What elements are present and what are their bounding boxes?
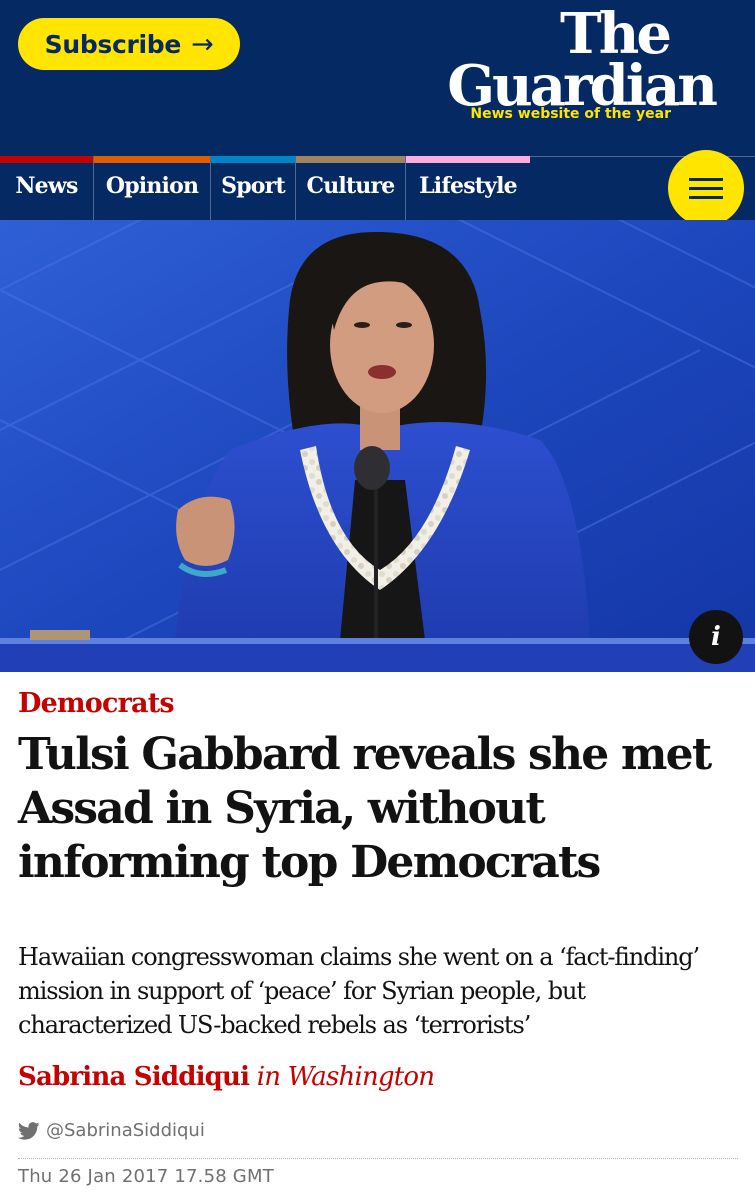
info-button[interactable]: i: [689, 610, 743, 664]
nav-item-news-bar: [0, 156, 93, 163]
article-standfirst: Hawaiian congresswoman claims she went o…: [18, 943, 700, 1039]
masthead: Subscribe → The Guardian News website of…: [0, 0, 755, 156]
nav-item-news[interactable]: News: [0, 156, 94, 220]
article-dateline: Thu 26 Jan 2017 17.58 GMT: [18, 1166, 274, 1187]
nav-item-opinion-bar: [94, 156, 210, 163]
hero-photo-illustration: [0, 220, 755, 672]
byline-author[interactable]: Sabrina Siddiqui: [18, 1062, 250, 1092]
byline: Sabrina Siddiqui in Washington: [18, 1062, 435, 1092]
hamburger-menu-icon-line-3: [689, 195, 723, 199]
nav-item-lifestyle-label: Lifestyle: [419, 173, 518, 199]
nav-item-opinion[interactable]: Opinion: [94, 156, 211, 220]
twitter-handle: @SabrinaSiddiqui: [46, 1120, 205, 1141]
twitter-bird-icon: [18, 1121, 40, 1140]
article-headline: Tulsi Gabbard reveals she met Assad in S…: [18, 729, 712, 888]
byline-location: in Washington: [256, 1062, 435, 1092]
hamburger-menu-icon-line-1: [689, 177, 723, 181]
nav-item-culture[interactable]: Culture: [296, 156, 406, 220]
guardian-logo[interactable]: The Guardian News website of the year: [415, 6, 718, 122]
nav-item-lifestyle[interactable]: Lifestyle: [406, 156, 530, 220]
nav-item-lifestyle-bar: [406, 156, 530, 163]
arrow-right-icon: →: [191, 28, 214, 60]
menu-button[interactable]: [668, 150, 744, 226]
twitter-link[interactable]: @SabrinaSiddiqui: [18, 1120, 205, 1141]
info-icon: i: [711, 622, 721, 652]
pillar-nav: News Opinion Sport Culture Lifestyle: [0, 156, 755, 220]
subscribe-button[interactable]: Subscribe →: [18, 18, 240, 70]
nav-item-culture-bar: [296, 156, 405, 163]
meta-divider: [18, 1158, 738, 1159]
logo-line-2: Guardian: [447, 53, 718, 119]
nav-item-opinion-label: Opinion: [105, 173, 199, 199]
nav-item-news-label: News: [15, 173, 78, 199]
nav-item-sport-label: Sport: [221, 173, 286, 199]
nav-item-culture-label: Culture: [306, 173, 395, 199]
section-kicker[interactable]: Democrats: [18, 688, 175, 719]
subscribe-label: Subscribe: [44, 29, 182, 59]
nav-item-sport-bar: [211, 156, 295, 163]
logo-tagline: News website of the year: [470, 106, 671, 122]
nav-item-sport[interactable]: Sport: [211, 156, 296, 220]
hamburger-menu-icon-line-2: [689, 186, 723, 190]
hero-image[interactable]: [0, 220, 755, 672]
